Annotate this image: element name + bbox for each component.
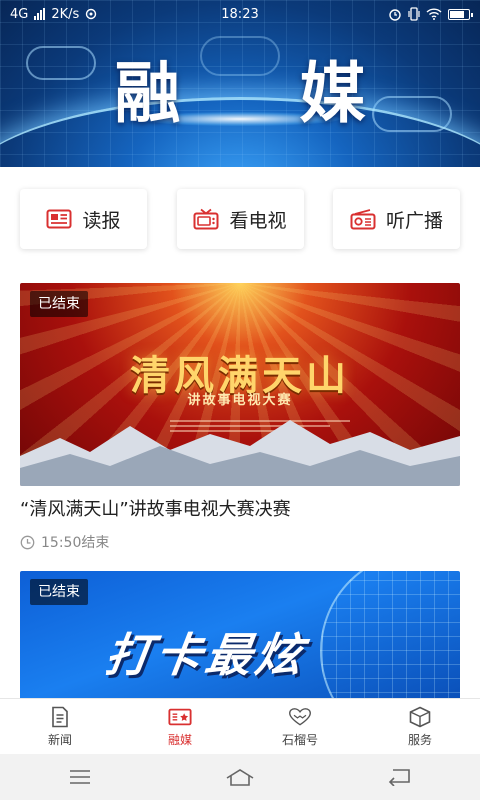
heart-hands-icon <box>288 706 312 728</box>
tab-news[interactable]: 新闻 <box>0 699 120 754</box>
banner-title: 融 媒 <box>114 54 414 132</box>
live-card-thumbnail[interactable]: 打卡最炫 已结束 <box>20 571 460 701</box>
listen-radio-button[interactable]: 听广播 <box>333 189 460 249</box>
live-card[interactable]: 清风满天山 讲故事电视大赛 已结束 “清风满天山”讲故事电视大赛决赛 15:50… <box>20 283 460 552</box>
home-button[interactable] <box>220 762 260 792</box>
tab-services-label: 服务 <box>407 732 432 747</box>
media-star-icon <box>168 706 192 728</box>
tv-icon <box>193 208 219 230</box>
tab-shiliu-label: 石榴号 <box>281 732 318 747</box>
news-doc-icon <box>48 706 72 728</box>
tab-media[interactable]: 融媒 <box>120 699 240 754</box>
read-newspaper-button[interactable]: 读报 <box>20 189 147 249</box>
live-card[interactable]: 打卡最炫 已结束 <box>20 571 460 701</box>
tab-shiliu[interactable]: 石榴号 <box>240 699 360 754</box>
clock: 18:23 <box>221 6 259 22</box>
menu-button[interactable] <box>60 762 100 792</box>
poster-subtitle: 讲故事电视大赛 <box>187 393 293 408</box>
snow-mountains <box>20 420 460 486</box>
back-icon <box>388 769 410 786</box>
read-newspaper-label: 读报 <box>82 209 121 232</box>
listen-radio-label: 听广播 <box>385 209 443 232</box>
globe-graphic <box>320 571 460 701</box>
newspaper-icon <box>46 208 72 230</box>
radio-icon <box>350 208 376 230</box>
tab-news-label: 新闻 <box>47 732 72 747</box>
poster-title: 打卡最炫 <box>101 628 310 682</box>
clock-icon <box>20 535 35 549</box>
watch-tv-label: 看电视 <box>229 209 287 232</box>
live-card-meta: 15:50结束 <box>20 532 460 552</box>
cube-icon <box>408 706 432 728</box>
system-nav-bar <box>0 754 480 800</box>
live-card-title[interactable]: “清风满天山”讲故事电视大赛决赛 <box>20 498 460 522</box>
battery-icon <box>448 8 473 20</box>
home-icon <box>226 769 254 786</box>
quick-entries: 读报 看电视 听广播 <box>20 189 460 249</box>
live-card-thumbnail[interactable]: 清风满天山 讲故事电视大赛 已结束 <box>20 283 460 486</box>
tab-services[interactable]: 服务 <box>360 699 480 754</box>
status-badge: 已结束 <box>30 291 88 317</box>
watch-tv-button[interactable]: 看电视 <box>176 189 304 249</box>
status-badge: 已结束 <box>30 579 88 605</box>
tab-media-label: 融媒 <box>167 732 192 747</box>
bottom-tab-bar: 新闻 融媒 石榴号 服务 <box>0 698 480 754</box>
status-bar: 4G 2K/s 18:23 <box>0 0 480 28</box>
back-button[interactable] <box>380 762 420 792</box>
live-card-time: 15:50结束 <box>41 535 110 551</box>
menu-icon <box>70 770 90 784</box>
